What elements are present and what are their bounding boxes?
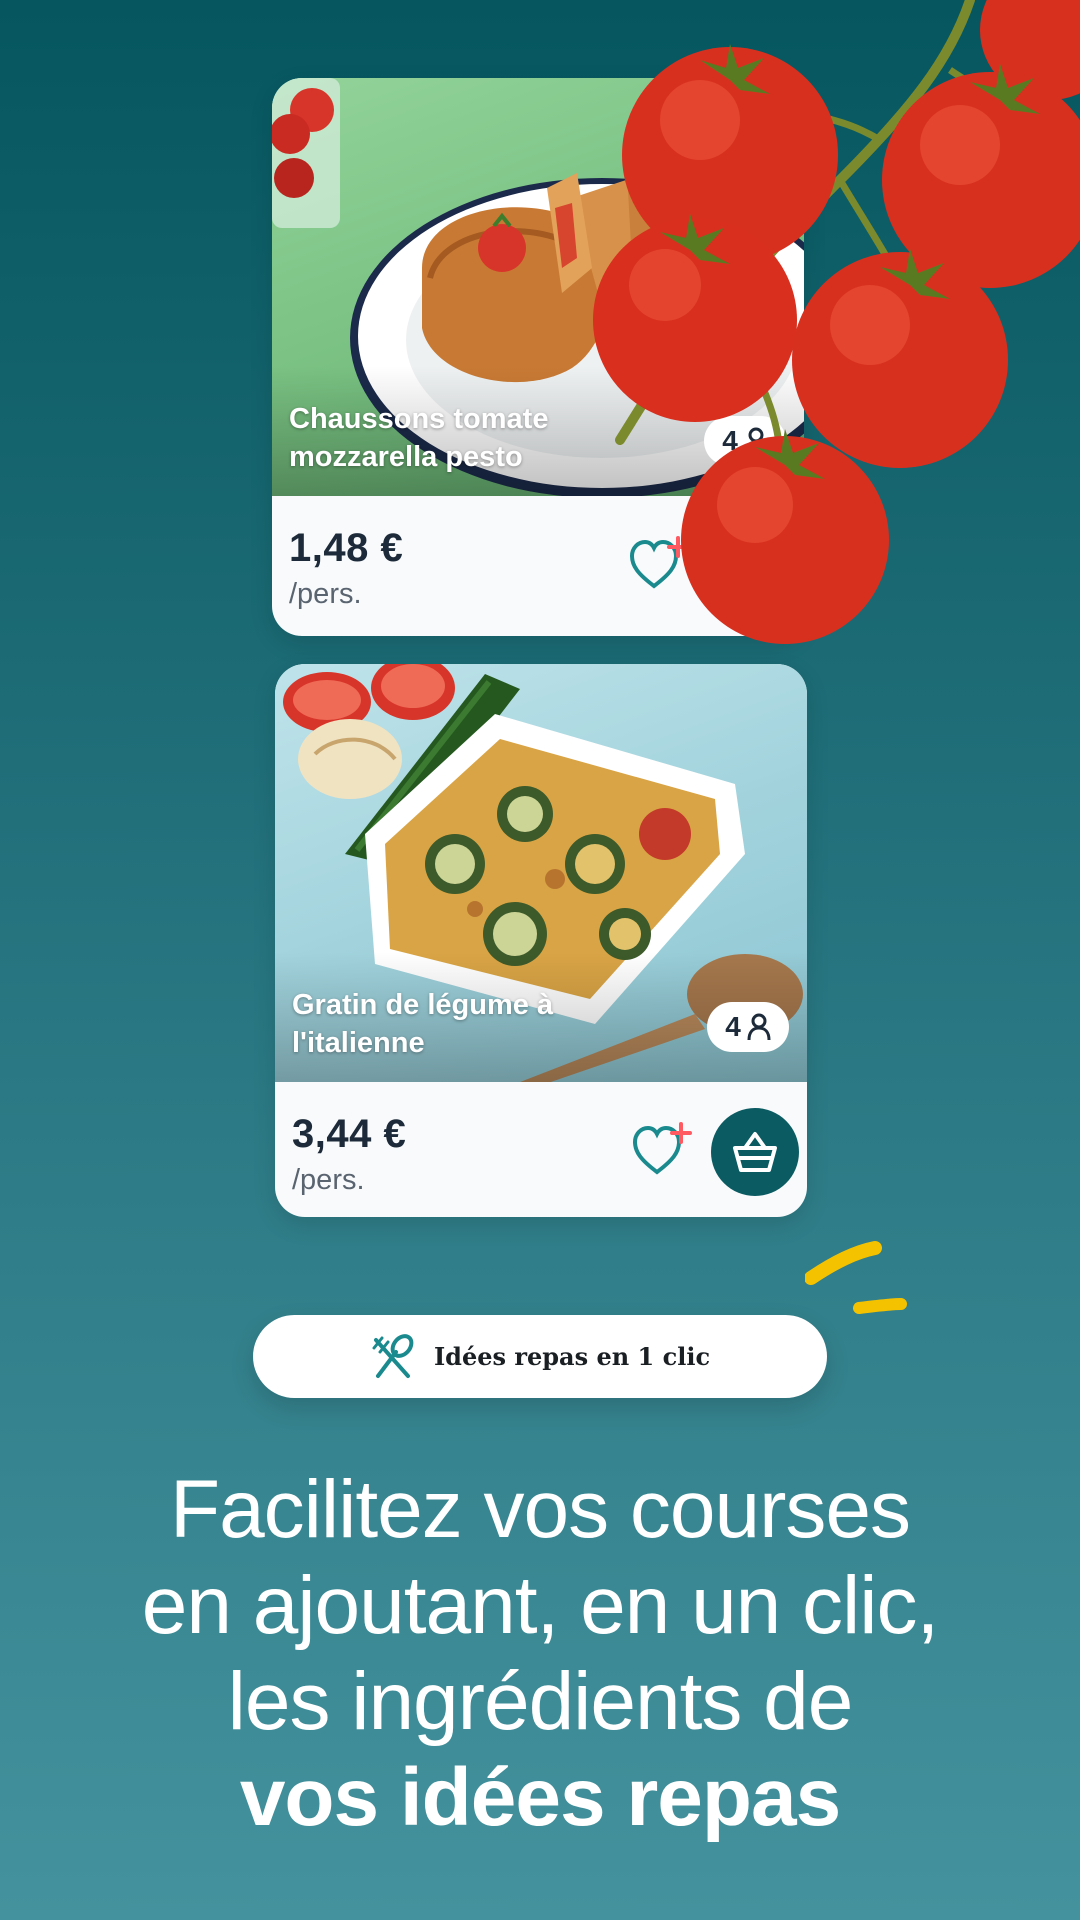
add-favorite-button[interactable]	[631, 1120, 695, 1180]
yellow-accent-strokes	[805, 1241, 907, 1314]
person-icon	[747, 1013, 771, 1041]
recipe-card-gratin[interactable]: Gratin de légume à l'italienne 4 3,44 € …	[275, 664, 807, 1217]
headline-line-4: vos idées repas	[239, 1752, 841, 1843]
recipe-title: Gratin de légume à l'italienne	[292, 989, 554, 1059]
recipe-photo: Gratin de légume à l'italienne 4	[275, 664, 807, 1082]
heart-plus-icon	[632, 1122, 692, 1175]
add-to-basket-button[interactable]	[711, 1108, 799, 1196]
cutlery-icon	[372, 1333, 414, 1378]
recipe-title: Chaussons tomate mozzarella pesto	[289, 403, 549, 473]
price-unit: /pers.	[289, 578, 362, 610]
recipe-price: 1,48 €	[289, 526, 404, 570]
basket-icon	[733, 1132, 777, 1172]
headline-line-3: les ingrédients de	[227, 1656, 854, 1747]
headline-line-2: en ajoutant, en un clic,	[141, 1560, 940, 1651]
servings-count: 4	[725, 1011, 741, 1042]
servings-badge: 4	[707, 1002, 789, 1052]
recipe-price: 3,44 €	[292, 1112, 407, 1156]
recipe-footer: 3,44 € /pers.	[275, 1082, 807, 1217]
price-unit: /pers.	[292, 1164, 365, 1196]
meal-ideas-label: Idées repas en 1 clic	[433, 1342, 711, 1371]
meal-ideas-pill[interactable]: Idées repas en 1 clic	[253, 1315, 827, 1398]
tomato-vine-illustration	[593, 0, 1080, 644]
headline: Facilitez vos courses en ajoutant, en un…	[40, 1462, 1040, 1846]
headline-line-1: Facilitez vos courses	[169, 1464, 911, 1555]
